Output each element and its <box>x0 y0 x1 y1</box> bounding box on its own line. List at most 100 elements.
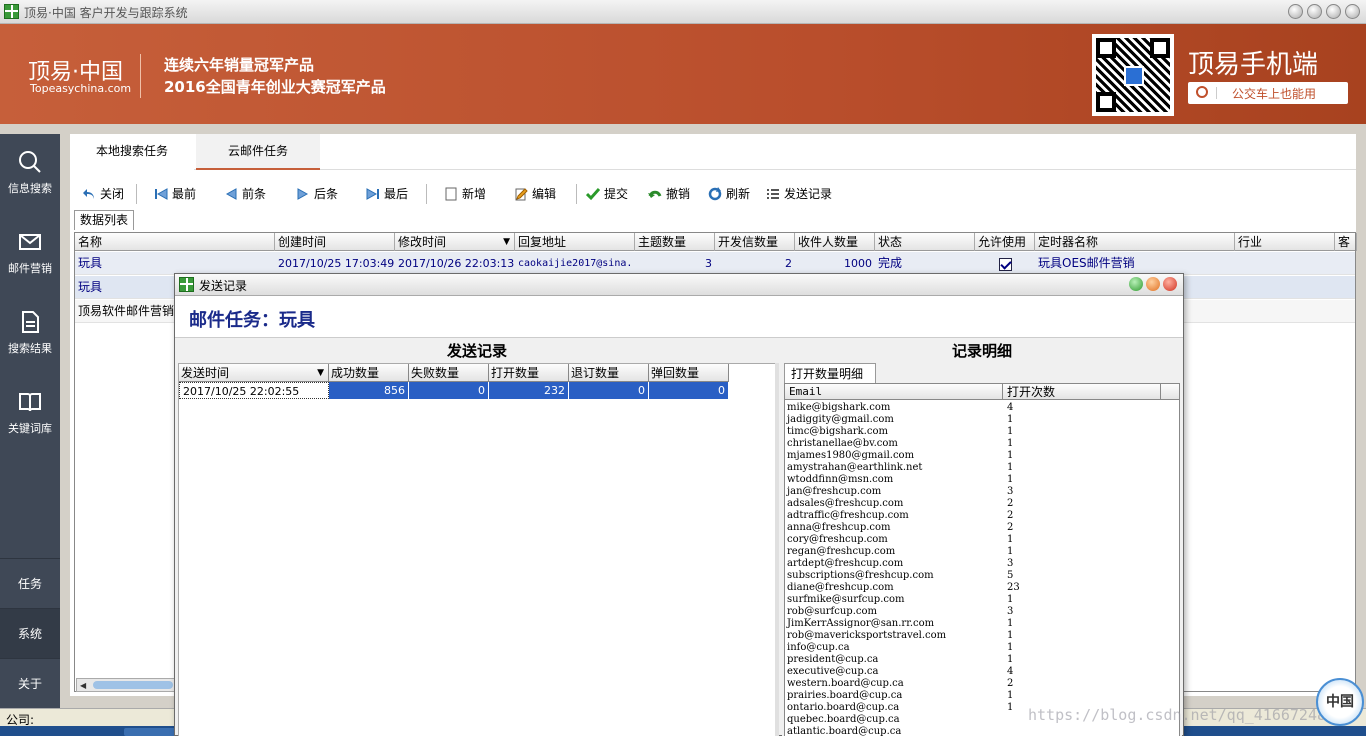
column-header[interactable]: 定时器名称 <box>1035 233 1235 251</box>
next-record-button[interactable]: 后条 <box>294 184 338 204</box>
sidebar-item-email-marketing[interactable]: 邮件营销 <box>0 214 60 284</box>
list-item[interactable]: surfmike@surfcup.com 1 <box>785 594 1179 606</box>
scroll-left-icon[interactable]: ◀ <box>80 681 86 690</box>
list-item[interactable]: wtoddfinn@msn.com 1 <box>785 474 1179 486</box>
column-header[interactable]: 弹回数量 <box>649 364 729 382</box>
column-header[interactable]: 打开次数 <box>1003 384 1161 400</box>
list-item[interactable]: adsales@freshcup.com 2 <box>785 498 1179 510</box>
list-item[interactable]: amystrahan@earthlink.net 1 <box>785 462 1179 474</box>
close-icon[interactable] <box>1163 277 1177 291</box>
open-count-cell: 1 <box>1007 546 1014 557</box>
sidebar-item-tasks[interactable]: 任务 <box>0 558 60 608</box>
list-item[interactable]: jadiggity@gmail.com 1 <box>785 414 1179 426</box>
header-banner: 顶易·中国 Topeasychina.com 连续六年销量冠军产品 2016全国… <box>0 24 1366 124</box>
maximize-icon[interactable] <box>1146 277 1160 291</box>
send-record-button[interactable]: 发送记录 <box>764 184 832 204</box>
sidebar-item-keyword-library[interactable]: 关键词库 <box>0 374 60 444</box>
column-header[interactable]: 发送时间 ▼ <box>179 364 329 382</box>
open-count-cell: 2 <box>1007 510 1014 521</box>
sort-desc-icon: ▼ <box>503 237 510 247</box>
maximize-icon[interactable] <box>1326 4 1341 19</box>
column-header[interactable]: 修改时间 ▼ <box>395 233 515 251</box>
list-item[interactable]: christanellae@bv.com 1 <box>785 438 1179 450</box>
column-header[interactable]: 退订数量 <box>569 364 649 382</box>
list-item[interactable]: artdept@freshcup.com 3 <box>785 558 1179 570</box>
tab-cloud-mail[interactable]: 云邮件任务 <box>196 134 320 170</box>
refresh-button[interactable]: 刷新 <box>706 184 750 204</box>
column-header[interactable]: 打开数量 <box>489 364 569 382</box>
close-icon[interactable] <box>1345 4 1360 19</box>
submit-button[interactable]: 提交 <box>584 184 628 204</box>
edit-button[interactable]: 编辑 <box>512 184 556 204</box>
dropdown-icon: ▼ <box>317 368 324 378</box>
column-header[interactable]: 收件人数量 <box>795 233 875 251</box>
column-header[interactable]: 失败数量 <box>409 364 489 382</box>
column-header[interactable]: 状态 <box>875 233 975 251</box>
detail-rows: mike@bigshark.com 4 jadiggity@gmail.com 1 ti… <box>785 402 1179 736</box>
open-count-cell: 1 <box>1007 534 1014 545</box>
tab-local-search[interactable]: 本地搜索任务 <box>70 134 194 170</box>
list-item[interactable]: info@cup.ca 1 <box>785 642 1179 654</box>
table-row[interactable]: 玩具 2017/10/25 17:03:49 2017/10/26 22:03:… <box>75 252 1355 275</box>
column-header[interactable]: 主题数量 <box>635 233 715 251</box>
list-item[interactable]: anna@freshcup.com 2 <box>785 522 1179 534</box>
list-item[interactable]: western.board@cup.ca 2 <box>785 678 1179 690</box>
email-cell: christanellae@bv.com <box>787 438 898 449</box>
revoke-button[interactable]: 撤销 <box>646 184 690 204</box>
seal-logo: 中国 <box>1316 678 1364 726</box>
list-item[interactable]: prairies.board@cup.ca 1 <box>785 690 1179 702</box>
list-item[interactable]: rob@surfcup.com 3 <box>785 606 1179 618</box>
column-header[interactable]: 创建时间 <box>275 233 395 251</box>
list-item[interactable]: adtraffic@freshcup.com 2 <box>785 510 1179 522</box>
column-header[interactable]: Email <box>785 384 1003 400</box>
list-item[interactable]: atlantic.board@cup.ca <box>785 726 1179 736</box>
slogan-line2: 2016全国青年创业大赛冠军产品 <box>164 78 386 96</box>
allow-use-checkbox[interactable] <box>975 252 1035 275</box>
first-record-button[interactable]: 最前 <box>152 184 196 204</box>
list-item[interactable]: mjames1980@gmail.com 1 <box>785 450 1179 462</box>
email-cell: executive@cup.ca <box>787 666 879 677</box>
column-header[interactable]: 允许使用 <box>975 233 1035 251</box>
open-count-cell: 1 <box>1007 450 1014 461</box>
list-item[interactable]: diane@freshcup.com 23 <box>785 582 1179 594</box>
list-item[interactable]: mike@bigshark.com 4 <box>785 402 1179 414</box>
email-cell: western.board@cup.ca <box>787 678 904 689</box>
list-item[interactable]: president@cup.ca 1 <box>785 654 1179 666</box>
tab-open-count-detail[interactable]: 打开数量明细 <box>784 363 876 383</box>
previous-record-button[interactable]: 前条 <box>222 184 266 204</box>
help-icon[interactable] <box>1288 4 1303 19</box>
tab-data-list[interactable]: 数据列表 <box>74 210 134 230</box>
add-button[interactable]: 新增 <box>442 184 486 204</box>
list-item[interactable]: regan@freshcup.com 1 <box>785 546 1179 558</box>
mobile-search-box[interactable]: 公交车上也能用 <box>1188 82 1348 104</box>
column-header[interactable]: 行业 <box>1235 233 1335 251</box>
list-item[interactable]: timc@bigshark.com 1 <box>785 426 1179 438</box>
sidebar-item-about[interactable]: 关于 <box>0 658 60 708</box>
list-item[interactable]: jan@freshcup.com 3 <box>785 486 1179 498</box>
horizontal-scrollbar[interactable]: ◀ <box>76 678 176 692</box>
sidebar-item-system[interactable]: 系统 <box>0 608 60 658</box>
list-item[interactable]: subscriptions@freshcup.com 5 <box>785 570 1179 582</box>
column-header[interactable]: 客 <box>1335 233 1357 251</box>
window-title: 顶易·中国 客户开发与跟踪系统 <box>24 6 188 20</box>
list-item[interactable]: rob@mavericksportstravel.com 1 <box>785 630 1179 642</box>
table-row[interactable]: 2017/10/25 22:02:55 856 0 232 0 0 <box>179 382 729 399</box>
minimize-icon[interactable] <box>1307 4 1322 19</box>
close-button[interactable]: 关闭 <box>80 184 124 204</box>
minimize-icon[interactable] <box>1129 277 1143 291</box>
sidebar-item-info-search[interactable]: 信息搜索 <box>0 134 60 204</box>
list-item[interactable]: cory@freshcup.com 1 <box>785 534 1179 546</box>
column-header[interactable]: 回复地址 <box>515 233 635 251</box>
list-item[interactable]: executive@cup.ca 4 <box>785 666 1179 678</box>
email-cell: rob@mavericksportstravel.com <box>787 630 947 641</box>
last-record-button[interactable]: 最后 <box>364 184 408 204</box>
list-icon <box>767 189 779 199</box>
sidebar-item-search-results[interactable]: 搜索结果 <box>0 294 60 364</box>
column-header[interactable]: 名称 <box>75 233 275 251</box>
column-header[interactable]: 成功数量 <box>329 364 409 382</box>
task-label: 邮件任务：玩具 <box>189 310 315 331</box>
checked-icon <box>998 257 1012 271</box>
column-header[interactable]: 开发信数量 <box>715 233 795 251</box>
list-item[interactable]: JimKerrAssignor@san.rr.com 1 <box>785 618 1179 630</box>
panel-splitter[interactable] <box>775 363 779 736</box>
